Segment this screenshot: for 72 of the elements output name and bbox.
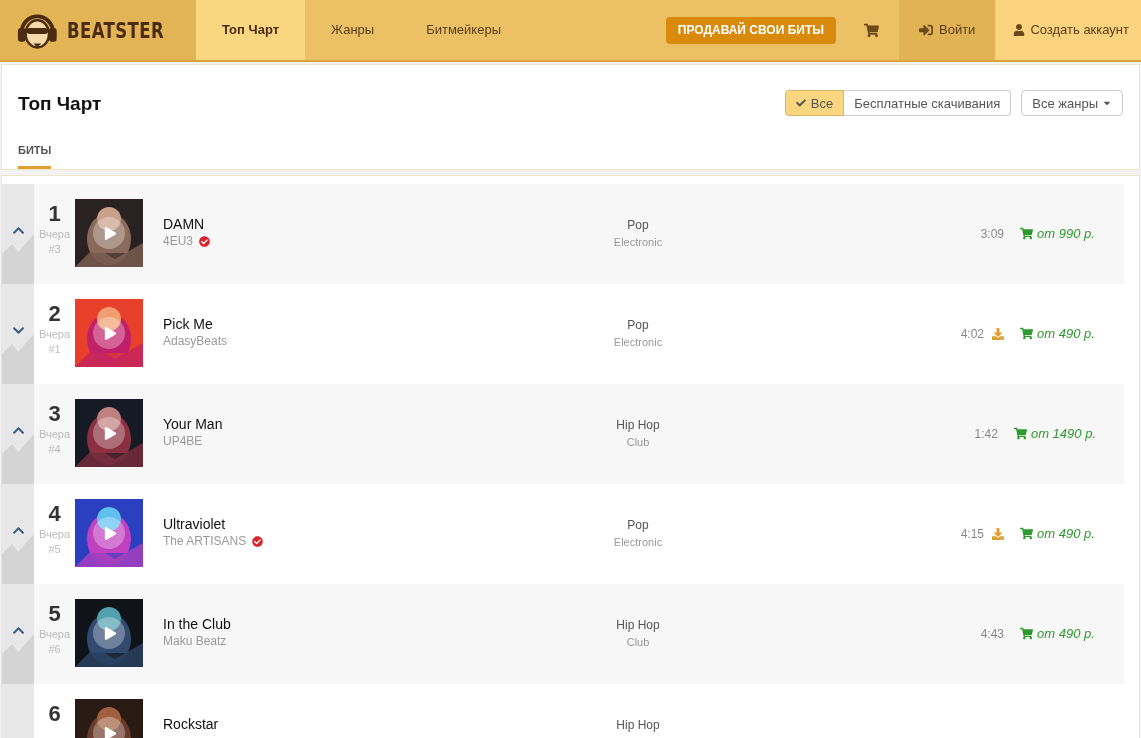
rank-number: 2 xyxy=(48,301,61,327)
rank-number: 1 xyxy=(48,201,61,227)
cart-icon xyxy=(1020,527,1033,541)
cart-icon xyxy=(1020,327,1033,341)
duration-label: 3:09 xyxy=(980,225,1004,243)
track-title[interactable]: Ultraviolet xyxy=(163,515,563,533)
play-icon xyxy=(103,426,117,440)
cart-icon xyxy=(1020,627,1033,641)
genre-label: Pop xyxy=(627,217,649,233)
subgenre-label: Electronic xyxy=(613,235,663,250)
play-icon xyxy=(103,226,117,240)
play-icon xyxy=(103,326,117,340)
track-title[interactable]: DAMN xyxy=(163,215,563,233)
track-title[interactable]: Your Man xyxy=(163,415,563,433)
genre-label: Pop xyxy=(627,317,649,333)
yesterday-label: Вчера xyxy=(38,327,71,341)
subgenre-label: Electronic xyxy=(613,535,663,550)
duration-label: 1:42 xyxy=(974,425,998,443)
yesterday-rank: #4 xyxy=(48,442,61,457)
yesterday-label: Вчера xyxy=(38,227,71,241)
yesterday-rank: #1 xyxy=(48,342,61,357)
tab[interactable]: БИТЫ xyxy=(18,141,52,169)
price-link[interactable]: от 990 р. xyxy=(1020,224,1096,244)
chart-row[interactable]: 3 Вчера #4 Your Man UP4BE Hip Hop Club 1:42 от 1490 р. xyxy=(2,384,1124,484)
rank-number: 4 xyxy=(48,501,61,527)
cart-icon xyxy=(1020,227,1033,241)
genre-label: Hip Hop xyxy=(616,617,660,633)
price-link[interactable]: от 490 р. xyxy=(1020,524,1096,544)
price-link[interactable]: от 490 р. xyxy=(1020,624,1096,644)
yesterday-label: Вчера xyxy=(38,527,71,541)
signup-button[interactable]: Создать аккаунт xyxy=(995,0,1141,60)
genre-dropdown[interactable]: Все жанры xyxy=(1021,90,1123,117)
genre-label: Hip Hop xyxy=(616,417,660,433)
price-link[interactable]: от 490 р. xyxy=(1020,324,1096,344)
chart-row[interactable]: 1 Вчера #3 DAMN 4EU3 Pop Electronic 3:09 от 990 р. xyxy=(2,184,1124,284)
play-button[interactable] xyxy=(93,417,125,449)
duration-label: 4:15 xyxy=(960,525,984,543)
filter-button[interactable]: Бесплатные скачивания xyxy=(844,90,1012,117)
play-icon xyxy=(103,626,117,640)
subgenre-label: Electronic xyxy=(613,335,663,350)
sign-in-icon xyxy=(919,23,933,37)
yesterday-rank: #5 xyxy=(48,542,61,557)
nav-link[interactable]: Топ Чарт xyxy=(196,0,306,60)
login-button[interactable]: Войти xyxy=(899,0,996,60)
play-icon xyxy=(103,526,117,540)
filter-button[interactable]: Все xyxy=(784,90,845,117)
page-title: Топ Чарт xyxy=(18,92,102,116)
logo[interactable]: BEATSTER xyxy=(0,0,196,60)
play-button[interactable] xyxy=(93,617,125,649)
rank-number: 5 xyxy=(48,601,61,627)
track-title[interactable]: In the Club xyxy=(163,615,563,633)
track-title[interactable]: Rockstar xyxy=(163,715,563,733)
yesterday-label: Вчера xyxy=(38,427,71,441)
track-title[interactable]: Pick Me xyxy=(163,315,563,333)
subgenre-label: Club xyxy=(626,635,650,650)
play-icon xyxy=(103,726,117,738)
nav-link[interactable]: Битмейкеры xyxy=(400,0,527,60)
genre-label: Pop xyxy=(627,517,649,533)
cart-icon[interactable] xyxy=(864,22,879,38)
duration-label: 4:02 xyxy=(960,325,984,343)
rank-number: 3 xyxy=(48,401,61,427)
cart-icon xyxy=(1013,427,1027,441)
yesterday-label: Вчера xyxy=(38,627,71,641)
genre-label: Hip Hop xyxy=(616,717,660,733)
check-icon xyxy=(795,98,806,109)
rank-number: 6 xyxy=(48,701,61,727)
subgenre-label: Club xyxy=(626,435,650,450)
nav-link[interactable]: Жанры xyxy=(305,0,401,60)
user-icon xyxy=(1013,24,1026,36)
duration-label: 4:43 xyxy=(980,625,1004,643)
price-link[interactable]: от 1490 р. xyxy=(1013,424,1096,444)
yesterday-rank: #3 xyxy=(48,242,61,257)
